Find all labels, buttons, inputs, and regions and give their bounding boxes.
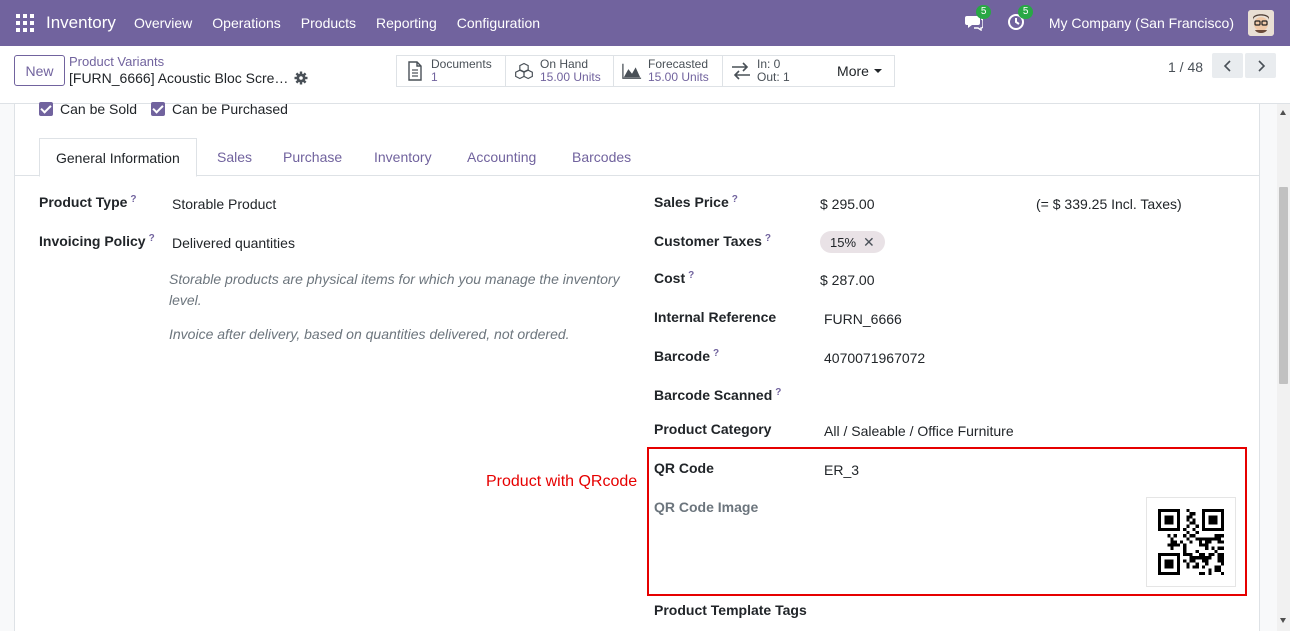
- activity-badge: 5: [1017, 5, 1034, 19]
- sales-price-incl-taxes: (= $ 339.25 Incl. Taxes): [1036, 196, 1182, 212]
- barcode-label: Barcode?: [654, 348, 720, 364]
- barcode-scanned-label: Barcode Scanned?: [654, 387, 782, 403]
- product-category-field[interactable]: All / Saleable / Office Furniture: [824, 423, 1014, 439]
- qr-code-label: QR Code: [654, 460, 714, 476]
- activity-clock-icon[interactable]: 5: [1007, 5, 1034, 33]
- tab-inventory[interactable]: Inventory: [374, 138, 432, 176]
- qr-code-graphic: [1158, 509, 1224, 575]
- product-template-tags-label: Product Template Tags: [654, 602, 807, 618]
- vertical-scrollbar[interactable]: [1277, 104, 1290, 631]
- documents-value: 1: [431, 70, 438, 84]
- tax-tag[interactable]: 15% ✕: [820, 231, 885, 253]
- forecasted-value: 15.00 Units: [648, 70, 709, 84]
- tab-general-information[interactable]: General Information: [39, 138, 197, 177]
- cubes-icon: [515, 62, 533, 80]
- main-menu: Overview Operations Products Reporting C…: [124, 15, 550, 31]
- top-navbar: Inventory Overview Operations Products R…: [0, 0, 1290, 46]
- help-tooltip-icon[interactable]: ?: [732, 194, 738, 205]
- close-icon[interactable]: ✕: [863, 234, 875, 251]
- pager-previous-button[interactable]: [1212, 53, 1243, 78]
- menu-reporting[interactable]: Reporting: [376, 15, 437, 31]
- scroll-thumb[interactable]: [1279, 187, 1288, 384]
- documents-smart-button[interactable]: Documents 1: [396, 55, 506, 87]
- on-hand-value: 15.00 Units: [540, 70, 601, 84]
- breadcrumb-parent[interactable]: Product Variants: [69, 54, 164, 69]
- tax-tag-label: 15%: [830, 234, 857, 250]
- more-label: More: [837, 63, 869, 79]
- chevron-left-icon: [1223, 59, 1231, 72]
- sales-price-field[interactable]: $ 295.00: [820, 196, 875, 212]
- can-be-purchased-checkbox[interactable]: [151, 102, 165, 116]
- out-count: Out: 1: [757, 70, 790, 84]
- forecasted-smart-button[interactable]: Forecasted 15.00 Units: [613, 55, 723, 87]
- documents-label: Documents: [431, 57, 492, 71]
- area-chart-icon: [622, 63, 642, 79]
- barcode-field[interactable]: 4070071967072: [824, 350, 925, 366]
- can-be-sold-label: Can be Sold: [60, 101, 138, 117]
- cost-field[interactable]: $ 287.00: [820, 272, 875, 288]
- invoice-help-text: Invoice after delivery, based on quantit…: [169, 326, 570, 342]
- user-avatar[interactable]: [1248, 10, 1274, 36]
- can-be-sold-checkbox[interactable]: [39, 102, 53, 116]
- tab-accounting[interactable]: Accounting: [467, 138, 536, 176]
- exchange-icon: [732, 62, 750, 80]
- product-category-label: Product Category: [654, 421, 772, 437]
- storable-help-text: Storable products are physical items for…: [169, 271, 620, 308]
- product-type-field[interactable]: Storable Product: [172, 196, 276, 212]
- help-tooltip-icon[interactable]: ?: [688, 270, 694, 281]
- pager-value[interactable]: 1 / 48: [1168, 59, 1203, 75]
- help-tooltip-icon[interactable]: ?: [765, 233, 771, 244]
- cost-label: Cost?: [654, 270, 695, 286]
- menu-overview[interactable]: Overview: [134, 15, 192, 31]
- app-brand[interactable]: Inventory: [46, 13, 116, 33]
- qr-code-field[interactable]: ER_3: [824, 462, 859, 478]
- help-tooltip-icon[interactable]: ?: [775, 387, 781, 398]
- new-button[interactable]: New: [14, 55, 65, 86]
- document-icon: [408, 61, 422, 81]
- customer-taxes-label: Customer Taxes?: [654, 233, 772, 249]
- qr-code-image-label: QR Code Image: [654, 499, 759, 515]
- chevron-right-icon: [1257, 59, 1265, 72]
- tab-barcodes[interactable]: Barcodes: [572, 138, 631, 176]
- caret-down-icon: [873, 69, 882, 73]
- tab-purchase[interactable]: Purchase: [283, 138, 342, 176]
- help-tooltip-icon[interactable]: ?: [130, 194, 136, 205]
- chat-badge: 5: [975, 5, 992, 19]
- in-out-smart-button[interactable]: In: 0 Out: 1: [722, 55, 826, 87]
- internal-reference-label: Internal Reference: [654, 309, 777, 325]
- form-tabs: General Information Sales Purchase Inven…: [14, 138, 1260, 177]
- on-hand-smart-button[interactable]: On Hand 15.00 Units: [505, 55, 614, 87]
- can-be-purchased-label: Can be Purchased: [172, 101, 288, 117]
- company-switcher[interactable]: My Company (San Francisco): [1049, 15, 1234, 31]
- qr-code-image[interactable]: [1146, 497, 1236, 587]
- menu-operations[interactable]: Operations: [212, 15, 280, 31]
- systray: 5 5 My Company (San Francisco): [964, 0, 1274, 46]
- menu-products[interactable]: Products: [301, 15, 356, 31]
- scroll-down-arrow-icon[interactable]: [1280, 618, 1286, 623]
- scroll-up-arrow-icon[interactable]: [1280, 110, 1286, 115]
- pager-next-button[interactable]: [1245, 53, 1276, 78]
- product-type-label: Product Type?: [39, 194, 137, 210]
- more-button[interactable]: More: [825, 55, 895, 87]
- invoicing-policy-label: Invoicing Policy?: [39, 233, 155, 249]
- sales-price-label: Sales Price?: [654, 194, 738, 210]
- breadcrumb-current: [FURN_6666] Acoustic Bloc Screens (Wood,…: [69, 70, 291, 86]
- menu-configuration[interactable]: Configuration: [457, 15, 540, 31]
- annotation-label: Product with QRcode: [486, 473, 638, 490]
- help-tooltip-icon[interactable]: ?: [149, 233, 155, 244]
- chat-icon[interactable]: 5: [964, 5, 992, 33]
- help-tooltip-icon[interactable]: ?: [713, 348, 719, 359]
- apps-menu-icon[interactable]: [16, 14, 34, 32]
- control-panel: New Product Variants [FURN_6666] Acousti…: [0, 46, 1290, 104]
- invoicing-policy-field[interactable]: Delivered quantities: [172, 235, 295, 251]
- tab-sales[interactable]: Sales: [217, 138, 252, 176]
- internal-reference-field[interactable]: FURN_6666: [824, 311, 902, 327]
- gear-icon[interactable]: [294, 71, 308, 85]
